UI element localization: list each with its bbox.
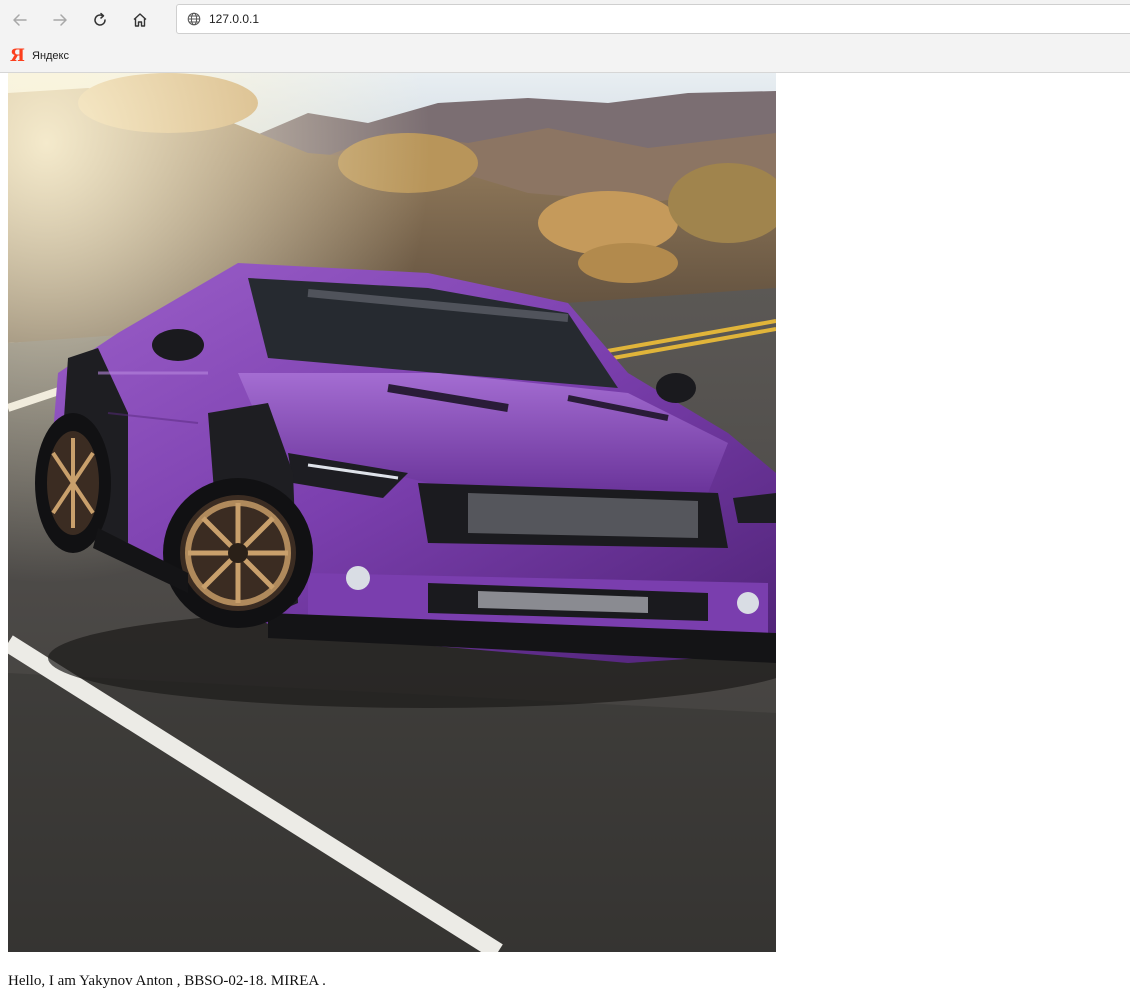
browser-toolbar: 127.0.0.1	[0, 0, 1130, 40]
bookmark-label: Яндекс	[32, 50, 69, 62]
address-bar[interactable]: 127.0.0.1	[176, 4, 1130, 34]
back-button[interactable]	[4, 4, 36, 36]
arrow-left-icon	[13, 14, 27, 26]
url-text[interactable]: 127.0.0.1	[209, 12, 259, 26]
arrow-right-icon	[53, 14, 67, 26]
reload-icon	[94, 12, 106, 26]
forward-button[interactable]	[44, 4, 76, 36]
page-caption: Hello, I am Yakynov Anton , BBSO-02-18. …	[8, 973, 326, 989]
home-icon	[133, 13, 147, 27]
yandex-logo-icon: Я	[10, 45, 25, 66]
bookmarks-bar: Я Яндекс	[0, 40, 1130, 72]
bookmark-yandex[interactable]: Я Яндекс	[10, 45, 69, 66]
browser-chrome: 127.0.0.1 Я Яндекс	[0, 0, 1130, 73]
home-button[interactable]	[124, 4, 156, 36]
globe-icon	[185, 10, 203, 28]
car-photo	[8, 73, 776, 952]
reload-button[interactable]	[84, 4, 116, 36]
